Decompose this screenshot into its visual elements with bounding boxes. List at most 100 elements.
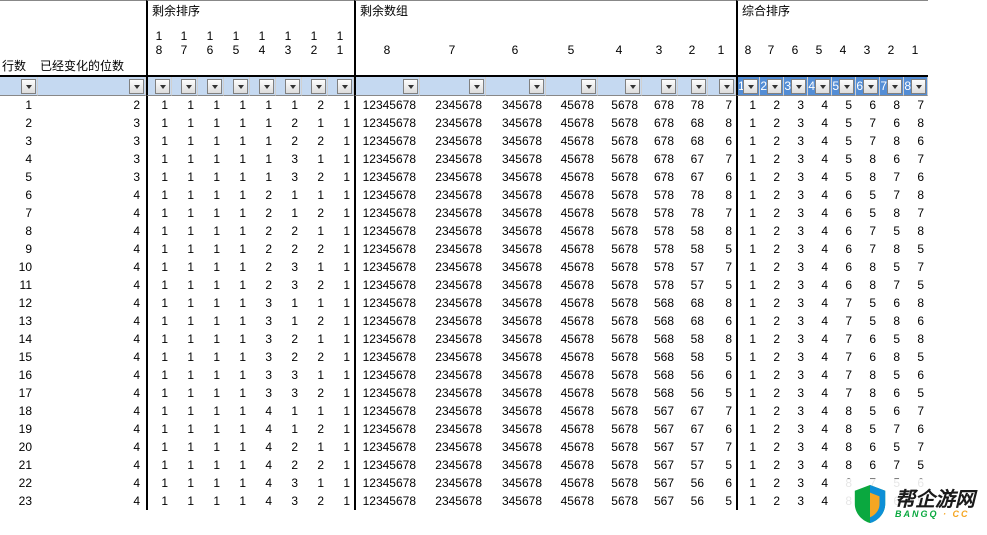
filter-cell[interactable] <box>354 77 420 96</box>
filter-dropdown-icon[interactable] <box>129 79 144 94</box>
comp-cell: 5 <box>904 240 928 258</box>
grp-cell: 345678 <box>486 132 546 150</box>
row-changes: 4 <box>38 294 146 312</box>
grp-cell: 6 <box>708 366 736 384</box>
filter-cell[interactable] <box>598 77 642 96</box>
filter-dropdown-icon[interactable] <box>625 79 640 94</box>
comp-cell: 1 <box>736 168 760 186</box>
filter-cell[interactable] <box>420 77 486 96</box>
filter-cell[interactable] <box>224 77 250 96</box>
filter-dropdown-icon[interactable] <box>233 79 248 94</box>
filter-cell[interactable] <box>38 77 146 96</box>
filter-cell[interactable] <box>146 77 172 96</box>
comp-cell: 6 <box>832 204 856 222</box>
filter-cell[interactable] <box>302 77 328 96</box>
row-changes: 4 <box>38 240 146 258</box>
row-index: 6 <box>0 186 38 204</box>
filter-cell[interactable]: 5 <box>832 77 856 96</box>
grp-cell: 5 <box>708 456 736 474</box>
filter-dropdown-icon[interactable] <box>863 79 878 94</box>
seq-cell: 1 <box>250 96 276 114</box>
comp-cell: 8 <box>904 222 928 240</box>
filter-cell[interactable] <box>546 77 598 96</box>
filter-dropdown-icon[interactable] <box>661 79 676 94</box>
grp-cell: 578 <box>642 186 678 204</box>
filter-cell[interactable] <box>198 77 224 96</box>
filter-cell[interactable] <box>172 77 198 96</box>
seq-cell: 2 <box>302 384 328 402</box>
row-index: 16 <box>0 366 38 384</box>
comp-cell: 4 <box>808 330 832 348</box>
comp-cell: 5 <box>856 204 880 222</box>
seq-cell: 1 <box>172 492 198 510</box>
filter-cell[interactable]: 2 <box>760 77 784 96</box>
seq-cell: 1 <box>146 474 172 492</box>
filter-dropdown-icon[interactable] <box>21 79 36 94</box>
filter-cell[interactable] <box>486 77 546 96</box>
filter-dropdown-icon[interactable] <box>839 79 854 94</box>
grp-cell: 5 <box>708 492 736 510</box>
grp-cell: 2345678 <box>420 168 486 186</box>
filter-cell[interactable] <box>708 77 736 96</box>
comp-cell: 6 <box>880 402 904 420</box>
filter-dropdown-icon[interactable] <box>691 79 706 94</box>
filter-dropdown-icon[interactable] <box>791 79 806 94</box>
filter-dropdown-icon[interactable] <box>403 79 418 94</box>
seq-cell: 1 <box>224 294 250 312</box>
filter-dropdown-icon[interactable] <box>181 79 196 94</box>
filter-dropdown-icon[interactable] <box>311 79 326 94</box>
filter-dropdown-icon[interactable] <box>337 79 352 94</box>
comp-cell: 4 <box>808 132 832 150</box>
seq-cell: 2 <box>302 132 328 150</box>
grp-cell: 45678 <box>546 132 598 150</box>
logo-en-text: BANGQ · CC <box>895 510 975 519</box>
filter-dropdown-icon[interactable] <box>743 79 758 94</box>
comp-cell: 8 <box>832 456 856 474</box>
seq-cell: 1 <box>146 294 172 312</box>
comp-cell: 8 <box>880 132 904 150</box>
filter-dropdown-icon[interactable] <box>469 79 484 94</box>
filter-cell[interactable]: 8 <box>904 77 928 96</box>
comp-cell: 6 <box>904 420 928 438</box>
filter-dropdown-icon[interactable] <box>285 79 300 94</box>
filter-cell[interactable]: 3 <box>784 77 808 96</box>
header-seq-16: 16 <box>198 21 224 57</box>
filter-dropdown-icon[interactable] <box>767 79 782 94</box>
filter-dropdown-icon[interactable] <box>155 79 170 94</box>
filter-cell[interactable] <box>642 77 678 96</box>
filter-cell[interactable]: 6 <box>856 77 880 96</box>
grp-cell: 5678 <box>598 312 642 330</box>
comp-cell: 3 <box>784 312 808 330</box>
filter-cell[interactable]: 4 <box>808 77 832 96</box>
filter-cell[interactable] <box>0 77 38 96</box>
filter-cell[interactable]: 1 <box>736 77 760 96</box>
filter-cell[interactable] <box>276 77 302 96</box>
filter-dropdown-icon[interactable] <box>529 79 544 94</box>
comp-cell: 1 <box>736 150 760 168</box>
comp-cell: 2 <box>760 420 784 438</box>
seq-cell: 1 <box>302 330 328 348</box>
comp-cell: 2 <box>760 276 784 294</box>
filter-cell[interactable] <box>328 77 354 96</box>
filter-dropdown-icon[interactable] <box>887 79 902 94</box>
seq-cell: 1 <box>276 186 302 204</box>
filter-cell[interactable] <box>250 77 276 96</box>
grp-cell: 45678 <box>546 114 598 132</box>
filter-cell[interactable] <box>678 77 708 96</box>
filter-dropdown-icon[interactable] <box>259 79 274 94</box>
filter-dropdown-icon[interactable] <box>207 79 222 94</box>
filter-dropdown-icon[interactable] <box>815 79 830 94</box>
grp-cell: 68 <box>678 132 708 150</box>
comp-cell: 2 <box>760 330 784 348</box>
grp-cell: 45678 <box>546 474 598 492</box>
comp-cell: 1 <box>736 222 760 240</box>
filter-dropdown-icon[interactable] <box>719 79 734 94</box>
filter-dropdown-icon[interactable] <box>911 79 926 94</box>
grp-cell: 2345678 <box>420 222 486 240</box>
filter-cell[interactable]: 7 <box>880 77 904 96</box>
filter-dropdown-icon[interactable] <box>581 79 596 94</box>
comp-cell: 3 <box>784 456 808 474</box>
seq-cell: 1 <box>328 96 354 114</box>
comp-cell: 6 <box>904 168 928 186</box>
comp-cell: 8 <box>904 330 928 348</box>
